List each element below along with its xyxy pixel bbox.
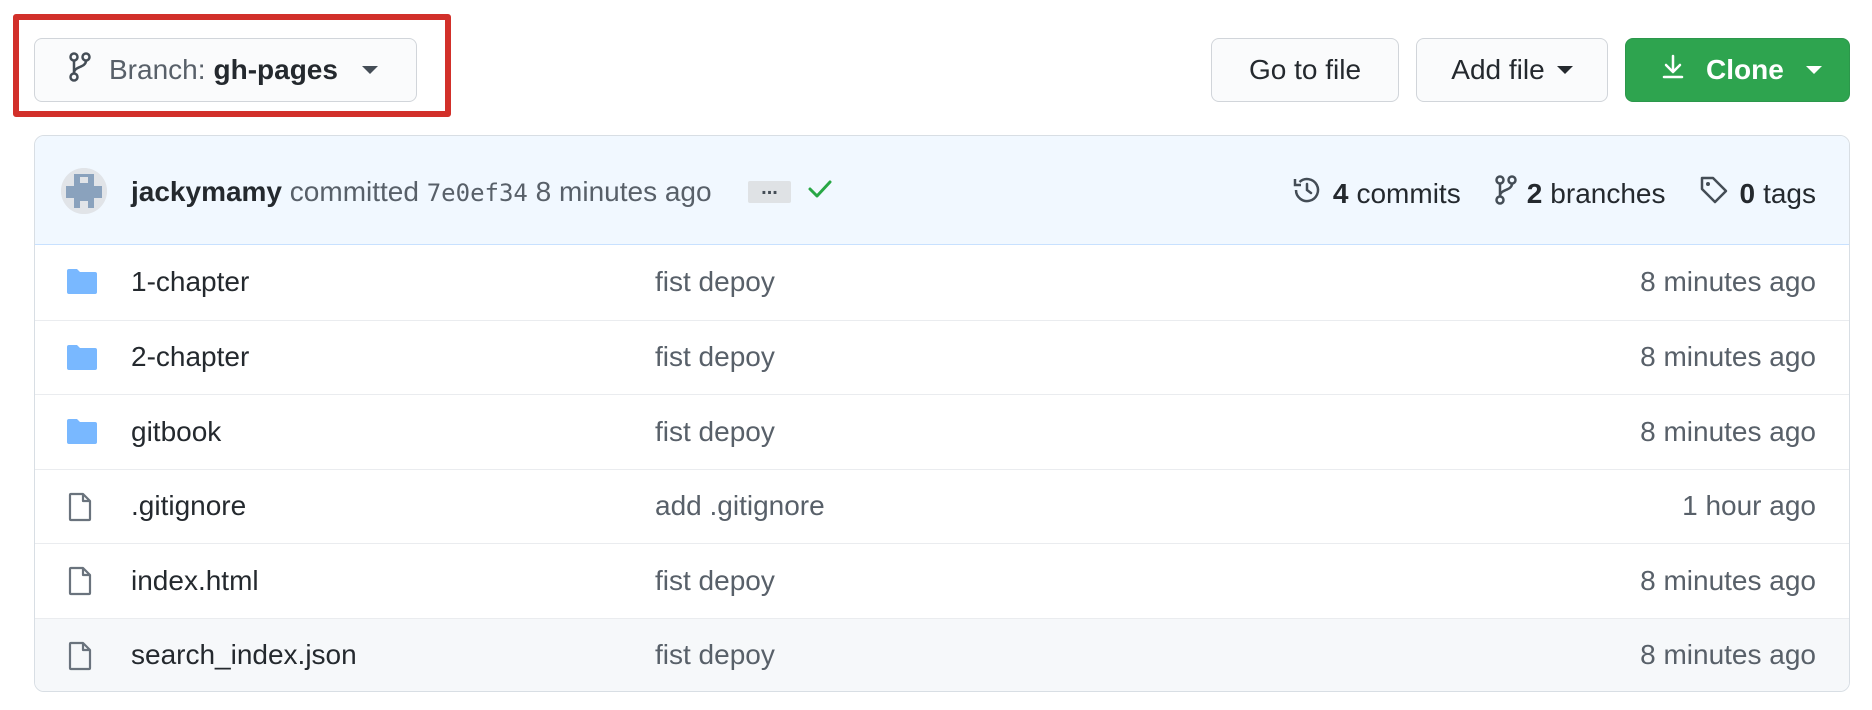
chevron-down-icon bbox=[1556, 66, 1573, 74]
commit-message-link[interactable]: fist depoy bbox=[655, 639, 775, 671]
file-icon bbox=[65, 492, 95, 529]
commit-message-link[interactable]: fist depoy bbox=[655, 565, 775, 597]
commit-author-link[interactable]: jackymamy bbox=[131, 176, 282, 207]
folder-icon bbox=[65, 267, 99, 302]
add-file-button[interactable]: Add file bbox=[1416, 38, 1608, 102]
file-rows: 1-chapter fist depoy 8 minutes ago 2-chapte… bbox=[35, 245, 1849, 691]
commit-message-link[interactable]: fist depoy bbox=[655, 341, 775, 373]
branches-count: 2 bbox=[1526, 177, 1543, 209]
commits-link[interactable]: 4 commits bbox=[1291, 174, 1461, 213]
chevron-down-icon bbox=[361, 66, 378, 74]
commit-age: 1 hour ago bbox=[1682, 490, 1816, 522]
file-row[interactable]: search_index.json fist depoy 8 minutes ago bbox=[35, 617, 1849, 691]
file-row[interactable]: 2-chapter fist depoy 8 minutes ago bbox=[35, 319, 1849, 395]
branches-label: branches bbox=[1550, 177, 1666, 209]
avatar[interactable] bbox=[61, 168, 107, 214]
commits-label: commits bbox=[1356, 177, 1461, 209]
file-name-link[interactable]: search_index.json bbox=[131, 639, 357, 671]
add-file-label: Add file bbox=[1451, 54, 1545, 85]
folder-icon bbox=[65, 343, 99, 378]
clone-label: Clone bbox=[1706, 54, 1784, 85]
history-icon bbox=[1291, 174, 1333, 213]
commit-age: 8 minutes ago bbox=[1640, 266, 1816, 298]
commits-count: 4 bbox=[1332, 177, 1349, 209]
file-row[interactable]: .gitignore add .gitignore 1 hour ago bbox=[35, 468, 1849, 544]
commit-age: 8 minutes ago bbox=[1640, 564, 1816, 596]
branch-name: gh-pages bbox=[213, 54, 338, 85]
folder-icon bbox=[65, 417, 99, 452]
commit-time: 8 minutes ago bbox=[535, 176, 712, 207]
file-list-box: jackymamy committed 7e0ef34 8 minutes ag… bbox=[34, 135, 1850, 692]
commit-message-link[interactable]: add .gitignore bbox=[655, 490, 825, 522]
git-branch-icon bbox=[1494, 175, 1527, 212]
branch-label: Branch: bbox=[109, 54, 206, 85]
chevron-down-icon bbox=[1805, 66, 1822, 74]
file-name-link[interactable]: 1-chapter bbox=[131, 266, 249, 298]
file-name-link[interactable]: 2-chapter bbox=[131, 341, 249, 373]
download-icon bbox=[1662, 54, 1684, 87]
tags-count: 0 bbox=[1739, 177, 1756, 209]
file-name-link[interactable]: .gitignore bbox=[131, 490, 246, 522]
commit-message-expander[interactable]: ... bbox=[748, 178, 791, 203]
go-to-file-button[interactable]: Go to file bbox=[1211, 38, 1399, 102]
commit-message-link[interactable]: fist depoy bbox=[655, 416, 775, 448]
file-icon bbox=[65, 641, 95, 678]
file-row[interactable]: gitbook fist depoy 8 minutes ago bbox=[35, 394, 1849, 469]
commit-sha-link[interactable]: 7e0ef34 bbox=[427, 179, 528, 207]
file-name-link[interactable]: gitbook bbox=[131, 416, 221, 448]
commit-summary: jackymamy committed 7e0ef34 8 minutes ag… bbox=[131, 176, 712, 208]
commit-age: 8 minutes ago bbox=[1640, 415, 1816, 447]
commit-message-link[interactable]: fist depoy bbox=[655, 266, 775, 298]
file-row[interactable]: index.html fist depoy 8 minutes ago bbox=[35, 543, 1849, 618]
file-name-link[interactable]: index.html bbox=[131, 565, 259, 597]
tags-label: tags bbox=[1763, 177, 1816, 209]
clone-button[interactable]: Clone bbox=[1625, 38, 1850, 102]
go-to-file-label: Go to file bbox=[1248, 54, 1362, 85]
tags-link[interactable]: 0 tags bbox=[1699, 175, 1816, 212]
repo-stats: 4 commits 2 branches 0 tags bbox=[1257, 174, 1816, 213]
git-branch-icon bbox=[69, 51, 91, 89]
tag-icon bbox=[1699, 175, 1739, 212]
commit-age: 8 minutes ago bbox=[1640, 639, 1816, 671]
file-icon bbox=[65, 566, 95, 603]
file-row[interactable]: 1-chapter fist depoy 8 minutes ago bbox=[35, 245, 1849, 320]
check-icon[interactable] bbox=[807, 178, 833, 205]
commit-verb: committed bbox=[289, 176, 419, 207]
branch-select-button[interactable]: Branch: gh-pages bbox=[34, 38, 417, 102]
branches-link[interactable]: 2 branches bbox=[1494, 175, 1666, 212]
latest-commit-header: jackymamy committed 7e0ef34 8 minutes ag… bbox=[35, 136, 1849, 245]
commit-age: 8 minutes ago bbox=[1640, 341, 1816, 373]
